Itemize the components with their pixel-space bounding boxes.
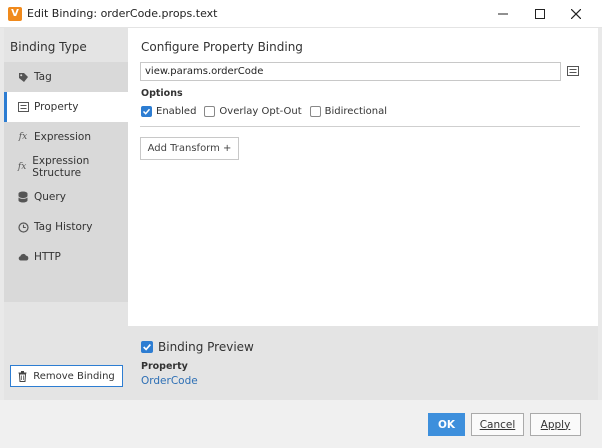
binding-type-list: Tag Property fx Expression fx Expression…: [4, 62, 128, 302]
sidebar-item-expression-structure[interactable]: fx Expression Structure: [4, 152, 128, 182]
sidebar-item-label: Query: [34, 191, 66, 203]
fx-icon: fx: [17, 162, 27, 172]
cloud-icon: [16, 251, 30, 263]
sidebar-item-query[interactable]: Query: [4, 182, 128, 212]
overlay-opt-out-label: Overlay Opt-Out: [219, 106, 302, 117]
checkbox-unchecked-icon: [309, 106, 321, 117]
sidebar-item-label: Tag History: [34, 221, 93, 233]
fx-icon: fx: [18, 132, 28, 142]
bidirectional-label: Bidirectional: [324, 106, 388, 117]
browse-property-icon[interactable]: [567, 65, 579, 77]
binding-preview-panel: Binding Preview Property OrderCode: [128, 326, 598, 400]
options-label: Options: [141, 88, 183, 99]
app-icon: V: [8, 7, 22, 21]
database-icon: [16, 191, 30, 203]
binding-preview-label: Binding Preview: [158, 340, 254, 354]
close-icon: [571, 9, 581, 19]
close-button[interactable]: [558, 0, 594, 28]
remove-binding-label: Remove Binding: [33, 370, 115, 382]
property-path-input[interactable]: [140, 62, 561, 81]
binding-preview-checkbox[interactable]: Binding Preview: [141, 340, 254, 354]
sidebar-item-tag[interactable]: Tag: [4, 62, 128, 92]
trash-icon: [18, 370, 27, 382]
tag-icon: [16, 71, 30, 83]
minimize-button[interactable]: [485, 0, 521, 28]
bidirectional-checkbox[interactable]: Bidirectional: [309, 106, 388, 117]
binding-type-sidebar: Binding Type Tag Property fx Expression …: [4, 28, 128, 400]
sidebar-item-label: Tag: [34, 71, 52, 83]
config-title: Configure Property Binding: [141, 40, 303, 54]
sidebar-item-property[interactable]: Property: [4, 92, 128, 122]
preview-property-label: Property: [141, 361, 188, 372]
apply-button[interactable]: Apply: [530, 413, 581, 436]
minimize-icon: [498, 13, 508, 15]
overlay-opt-out-checkbox[interactable]: Overlay Opt-Out: [204, 106, 302, 117]
sidebar-item-label: Property: [34, 101, 79, 113]
remove-binding-button[interactable]: Remove Binding: [10, 365, 123, 387]
sidebar-item-expression[interactable]: fx Expression: [4, 122, 128, 152]
checkbox-checked-icon: [141, 106, 152, 117]
cancel-button[interactable]: Cancel: [471, 413, 524, 436]
maximize-button[interactable]: [522, 0, 558, 28]
checkbox-unchecked-icon: [204, 106, 216, 117]
preview-property-value: OrderCode: [141, 375, 198, 387]
enabled-checkbox[interactable]: Enabled: [141, 106, 196, 117]
maximize-icon: [535, 9, 545, 19]
add-transform-button[interactable]: Add Transform +: [140, 137, 239, 160]
sidebar-item-label: HTTP: [34, 251, 61, 263]
sidebar-item-label: Expression: [34, 131, 91, 143]
binding-config-panel: Configure Property Binding Options Enabl…: [128, 28, 598, 326]
checkbox-checked-icon: [141, 341, 153, 353]
ok-button[interactable]: OK: [428, 413, 465, 436]
enabled-label: Enabled: [156, 106, 197, 117]
window-title: Edit Binding: orderCode.props.text: [27, 7, 218, 20]
binding-type-heading: Binding Type: [10, 40, 87, 54]
sidebar-item-http[interactable]: HTTP: [4, 242, 128, 272]
sidebar-item-label: Expression Structure: [32, 155, 90, 179]
property-icon: [16, 101, 30, 113]
options-checkboxes: Enabled Overlay Opt-Out Bidirectional: [141, 106, 395, 117]
title-bar: V Edit Binding: orderCode.props.text: [0, 0, 602, 28]
divider: [140, 126, 580, 127]
dialog-footer: OK Cancel Apply: [0, 400, 602, 448]
sidebar-item-tag-history[interactable]: Tag History: [4, 212, 128, 242]
clock-icon: [16, 221, 30, 233]
